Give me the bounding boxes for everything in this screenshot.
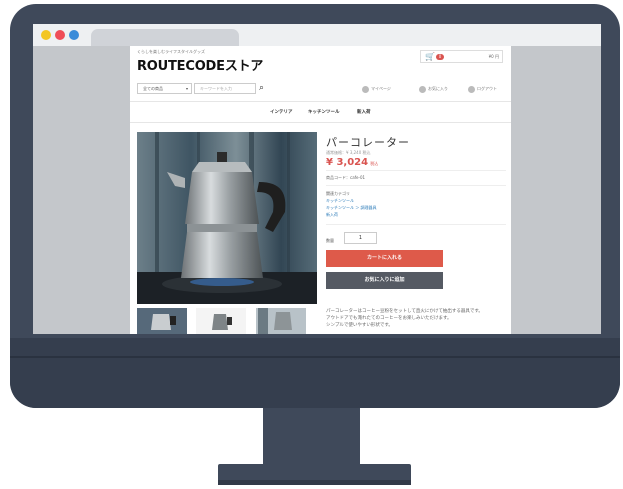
related-category-link[interactable]: 新入荷 <box>326 212 338 218</box>
info-divider <box>326 185 506 186</box>
monitor-stand-shadow <box>218 480 411 485</box>
product-description-line: アウトドアでも淹れたてのコーヒーをお楽しみいただけます。 <box>326 316 452 321</box>
favorite-label: お気に入り <box>428 86 448 91</box>
normal-price: 通常価格：¥ 3,240 税込 <box>326 150 371 155</box>
heart-icon <box>419 85 426 93</box>
cart-icon: 🛒 <box>425 52 435 61</box>
product-title: パーコレーター <box>326 136 410 149</box>
product-main-image[interactable] <box>137 132 317 304</box>
nav-item-new-arrivals[interactable]: 新入荷 <box>357 109 371 115</box>
mypage-label: マイページ <box>371 86 391 91</box>
monitor-chin <box>10 338 620 408</box>
sale-price-tax: 税込 <box>370 161 379 166</box>
mypage-link[interactable]: マイページ <box>362 85 391 93</box>
header-divider <box>130 101 511 102</box>
related-category-link[interactable]: キッチンツール <box>326 198 354 204</box>
nav-divider <box>130 122 511 123</box>
search-icon[interactable]: ⌕ <box>259 82 264 94</box>
favorite-link[interactable]: お気に入り <box>419 85 448 93</box>
info-divider <box>326 170 506 171</box>
page-gutter-right <box>511 46 601 334</box>
search-input[interactable]: キーワードを入力 <box>194 83 256 94</box>
monitor-stand-neck <box>263 408 360 465</box>
cart-total: ¥0 円 <box>488 54 499 59</box>
related-category-label: 関連カテゴリ <box>326 191 350 196</box>
browser-chrome <box>33 24 601 46</box>
nav-item-kitchen-tools[interactable]: キッチンツール <box>308 109 340 115</box>
screen: くらしを楽しむライフスタイルグッズ ROUTECODEストア 🛒 0 ¥0 円 … <box>33 24 601 334</box>
product-description-line: パーコレーターはコーヒー豆粉をセットして直火にかけて抽出する器具です。 <box>326 309 483 314</box>
sale-price: ¥ 3,024 税込 <box>326 157 378 168</box>
product-thumbnail-3[interactable] <box>256 308 306 334</box>
user-icon <box>362 85 369 93</box>
minimize-button[interactable] <box>41 30 51 40</box>
product-description-line: シンプルで使いやすい形状です。 <box>326 323 393 328</box>
add-to-cart-button[interactable]: カートに入れる <box>326 250 443 267</box>
maximize-button[interactable] <box>69 30 79 40</box>
cart-button[interactable]: 🛒 0 ¥0 円 <box>420 50 503 63</box>
logout-icon <box>468 85 475 93</box>
web-page: くらしを楽しむライフスタイルグッズ ROUTECODEストア 🛒 0 ¥0 円 … <box>130 46 511 334</box>
category-select-value: 全ての商品 <box>143 86 163 91</box>
category-select[interactable]: 全ての商品 ▾ <box>137 83 192 94</box>
product-thumbnail-1[interactable] <box>137 308 187 334</box>
related-category-link[interactable]: キッチンツール ＞ 調理器具 <box>326 205 377 211</box>
monitor-chin-line <box>10 356 620 358</box>
close-button[interactable] <box>55 30 65 40</box>
store-logo[interactable]: ROUTECODEストア <box>137 55 263 74</box>
cart-count-badge: 0 <box>436 54 444 60</box>
quantity-input[interactable]: 1 <box>344 232 377 244</box>
add-favorite-button[interactable]: お気に入りに追加 <box>326 272 443 289</box>
sale-price-value: ¥ 3,024 <box>326 157 369 168</box>
info-divider <box>326 224 506 225</box>
logout-label: ログアウト <box>477 86 497 91</box>
logout-link[interactable]: ログアウト <box>468 85 497 93</box>
chevron-down-icon: ▾ <box>185 86 188 91</box>
nav-item-interior[interactable]: インテリア <box>270 109 293 115</box>
quantity-label: 数量 <box>326 238 334 243</box>
browser-tab[interactable] <box>91 29 239 46</box>
product-thumbnail-2[interactable] <box>196 308 246 334</box>
page-gutter-left <box>33 46 130 334</box>
product-code: 商品コード：cafe-01 <box>326 175 366 180</box>
